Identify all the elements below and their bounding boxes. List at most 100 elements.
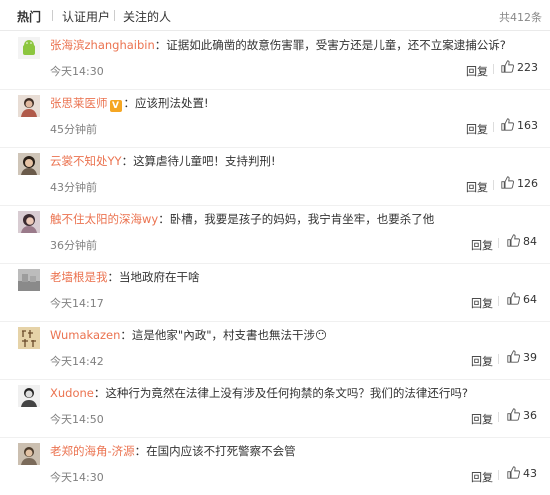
thumbs-up-icon [507,408,520,421]
avatar[interactable] [18,327,40,349]
person-avatar-icon [18,211,40,233]
like-button[interactable]: 223 [501,60,538,74]
colon: ： [107,270,120,284]
username-link[interactable]: 张思莱医师 [50,96,108,110]
reply-button[interactable]: 回复 [471,295,493,311]
username-link[interactable]: 云裳不知处YY [50,154,122,168]
tab-following[interactable]: 关注的人 [123,8,171,25]
thumbs-up-icon [501,118,514,131]
action-divider [493,64,494,74]
username-link[interactable]: Wumakazen [50,328,120,342]
like-count: 126 [517,177,538,190]
comment-time: 36分钟前 [50,239,97,252]
comment-body: 云裳不知处YY：这算虐待儿童吧！支持判刑! [50,153,540,169]
comment-time: 43分钟前 [50,181,97,194]
comment-body: 老郑的海角-济源：在国内应该不打死警察不会管 [50,443,540,459]
action-divider [498,296,499,306]
like-button[interactable]: 163 [501,118,538,132]
avatar[interactable] [18,95,40,117]
like-count: 64 [523,293,537,306]
colon: ： [121,154,134,168]
avatar[interactable] [18,385,40,407]
avatar[interactable] [18,211,40,233]
thumbs-up-icon [501,60,514,73]
colon: ： [134,444,147,458]
username-link[interactable]: 老郑的海角-济源 [50,444,135,458]
tab-separator [114,10,115,21]
tab-hot[interactable]: 热门 [17,8,41,25]
android-avatar-icon [18,37,40,59]
action-divider [493,122,494,132]
comment-text: 卧槽，我要是孩子的妈妈，我宁肯坐牢，也要杀了他 [169,212,435,226]
reply-button[interactable]: 回复 [471,469,493,485]
avatar[interactable] [18,153,40,175]
comment-body: 老墙根是我：当地政府在干啥 [50,269,540,285]
comment-time: 45分钟前 [50,123,97,136]
comment-time: 今天14:50 [50,413,104,426]
comment-item: Wumakazen：這是他家"內政"，村支書也無法干涉😶 今天14:42 回复 … [0,321,550,380]
action-divider [498,412,499,422]
username-link[interactable]: 张海滨zhanghaibin [50,38,155,52]
username-link[interactable]: Xudone [50,386,94,400]
verified-badge-icon: V [109,100,122,112]
like-button[interactable]: 43 [507,466,537,480]
like-button[interactable]: 84 [507,234,537,248]
like-count: 36 [523,409,537,422]
comment-time: 今天14:17 [50,297,104,310]
avatar[interactable] [18,37,40,59]
comment-body: 张思莱医师 V ：应该刑法处置! [50,95,540,112]
comment-text: 在国内应该不打死警察不会管 [146,444,296,458]
like-button[interactable]: 64 [507,292,537,306]
colon: ： [123,96,136,110]
comment-item: 老墙根是我：当地政府在干啥 今天14:17 回复 64 [0,263,550,322]
comment-time: 今天14:30 [50,65,104,78]
comment-text: 這是他家"內政"，村支書也無法干涉😶 [131,328,327,342]
reply-button[interactable]: 回复 [471,237,493,253]
thumbs-up-icon [507,466,520,479]
tab-separator [52,10,53,21]
thumbs-up-icon [507,234,520,247]
like-button[interactable]: 36 [507,408,537,422]
person-avatar-icon [18,95,40,117]
colon: ： [158,212,170,226]
comment-body: 张海滨zhanghaibin：证据如此确凿的故意伤害罪，受害方还是儿童，还不立案… [50,37,540,53]
comment-text: 这种行为竟然在法律上没有涉及任何拘禁的条文吗？我们的法律还行吗? [105,386,468,400]
action-divider [498,238,499,248]
comment-body: Xudone：这种行为竟然在法律上没有涉及任何拘禁的条文吗？我们的法律还行吗? [50,385,540,401]
comment-body: 触不住太阳的深海wy：卧槽，我要是孩子的妈妈，我宁肯坐牢，也要杀了他 [50,211,540,227]
like-button[interactable]: 126 [501,176,538,190]
like-count: 84 [523,235,537,248]
reply-button[interactable]: 回复 [466,121,488,137]
comment-item: 张思莱医师 V ：应该刑法处置! 45分钟前 回复 163 [0,89,550,148]
username-link[interactable]: 触不住太阳的深海wy [50,212,158,226]
comment-item: 云裳不知处YY：这算虐待儿童吧！支持判刑! 43分钟前 回复 126 [0,147,550,206]
tab-verified-users[interactable]: 认证用户 [62,8,110,25]
reply-button[interactable]: 回复 [471,353,493,369]
reply-button[interactable]: 回复 [466,63,488,79]
username-link[interactable]: 老墙根是我 [50,270,108,284]
thumbs-up-icon [507,292,520,305]
person-avatar-icon [18,385,40,407]
colon: ： [120,328,132,342]
avatar[interactable] [18,443,40,465]
landscape-avatar-icon [18,269,40,291]
person-avatar-icon [18,443,40,465]
avatar[interactable] [18,269,40,291]
comment-item: 张海滨zhanghaibin：证据如此确凿的故意伤害罪，受害方还是儿童，还不立案… [0,31,550,90]
like-button[interactable]: 39 [507,350,537,364]
comment-tabs: 热门 认证用户 关注的人 共412条 [0,0,550,31]
comment-item: 老郑的海角-济源：在国内应该不打死警察不会管 今天14:30 回复 43 [0,437,550,495]
thumbs-up-icon [507,350,520,363]
action-divider [498,354,499,364]
comment-item: 触不住太阳的深海wy：卧槽，我要是孩子的妈妈，我宁肯坐牢，也要杀了他 36分钟前… [0,205,550,264]
like-count: 43 [523,467,537,480]
colon: ： [93,386,106,400]
reply-button[interactable]: 回复 [466,179,488,195]
comment-text: 当地政府在干啥 [119,270,200,284]
action-divider [493,180,494,190]
person-avatar-icon [18,153,40,175]
comment-count: 共412条 [499,11,542,24]
like-count: 163 [517,119,538,132]
reply-button[interactable]: 回复 [471,411,493,427]
colon: ： [154,38,167,52]
